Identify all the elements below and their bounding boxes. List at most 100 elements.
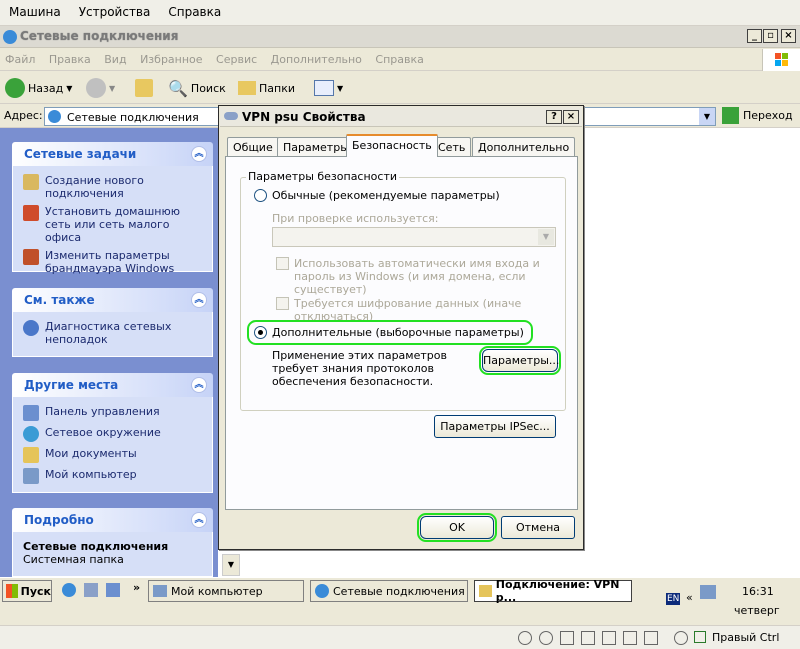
place-control-panel[interactable]: Панель управления [23,405,206,421]
tab-network[interactable]: Сеть [432,137,472,156]
place-my-documents[interactable]: Мои документы [23,447,206,463]
task-label: Подключение: VPN p... [495,578,620,604]
network-icon [48,110,61,123]
task-pane: Сетевые задачи ︽ Создание нового подключ… [0,128,218,577]
network-tasks-title: Сетевые задачи [24,147,137,161]
ipsec-settings-button[interactable]: Параметры IPSec... [434,415,556,438]
collapse-icon[interactable]: ︽ [191,512,207,528]
firewall-icon [23,249,39,265]
place-my-computer[interactable]: Мой компьютер [23,468,206,484]
scroll-down-button[interactable]: ▼ [222,554,240,576]
host-menu-machine[interactable]: Машина [0,0,70,19]
help-button[interactable]: ? [546,110,562,124]
task-label: Изменить параметры брандмауэра Windows [45,249,175,275]
radio-typical[interactable]: Обычные (рекомендуемые параметры) [254,189,500,202]
task-label: Мой компьютер [171,584,263,598]
host-menu-help[interactable]: Справка [159,0,230,19]
back-button[interactable]: Назад ▼ [5,77,72,99]
cancel-button[interactable]: Отмена [501,516,575,539]
menu-advanced[interactable]: Дополнительно [266,49,367,66]
menu-view[interactable]: Вид [99,49,131,66]
shared-folders-icon[interactable] [623,631,637,645]
up-button[interactable] [135,77,153,99]
usb-icon[interactable] [602,631,616,645]
radio-advanced-control[interactable] [254,326,267,339]
cd-icon[interactable] [539,631,553,645]
language-indicator[interactable]: EN [666,593,681,605]
menu-help[interactable]: Справка [370,49,428,66]
collapse-icon[interactable]: ︽ [191,377,207,393]
search-button[interactable]: 🔍 Поиск [168,77,226,99]
menu-favorites[interactable]: Избранное [135,49,207,66]
see-also-panel: См. также ︽ Диагностика сетевых неполадо… [12,288,213,357]
task-vpn-connection[interactable]: Подключение: VPN p... [474,578,632,604]
close-button[interactable]: × [563,110,579,124]
encryption-checkbox[interactable]: Требуется шифрование данных (иначе отклю… [276,297,577,323]
radio-advanced-label: Дополнительные (выборочные параметры) [272,326,524,339]
close-button[interactable]: × [781,29,796,43]
task-my-computer[interactable]: Мой компьютер [148,580,304,602]
tray-expand-icon[interactable]: « [686,591,693,604]
collapse-icon[interactable]: ︽ [191,292,207,308]
task-label: Сетевое окружение [45,426,161,439]
task-firewall-settings[interactable]: Изменить параметры брандмауэра Windows [23,249,206,275]
restore-button[interactable]: ▫ [763,29,778,43]
tab-security[interactable]: Безопасность [346,134,438,157]
auto-login-check[interactable] [276,257,289,270]
menu-edit[interactable]: Правка [44,49,96,66]
network-tasks-header[interactable]: Сетевые задачи ︽ [12,142,213,166]
quicklaunch-more-icon[interactable]: » [133,581,140,594]
other-places-title: Другие места [24,378,119,392]
task-create-connection[interactable]: Создание нового подключения [23,174,206,200]
ie-icon[interactable] [62,583,76,597]
network-adapter-icon[interactable] [581,631,595,645]
menu-tools[interactable]: Сервис [211,49,262,66]
tab-options[interactable]: Параметры [277,137,355,156]
menu-file[interactable]: Файл [0,49,40,66]
address-dropdown-icon[interactable]: ▼ [699,108,715,125]
dialog-title: VPN psu Свойства [242,110,366,124]
vpn-status-icon[interactable] [700,585,716,599]
clock-time: 16:31 [742,585,774,598]
security-tab-page: Параметры безопасности Обычные (рекоменд… [225,156,578,510]
start-button[interactable]: Пуск [2,580,52,602]
auto-login-checkbox[interactable]: Использовать автоматически имя входа и п… [276,257,561,296]
task-network-connections[interactable]: Сетевые подключения [310,580,468,602]
see-also-title: См. также [24,293,95,307]
ok-button[interactable]: OK [417,513,497,542]
task-diagnostics[interactable]: Диагностика сетевых неполадок [23,320,206,346]
home-network-icon [23,205,39,221]
vt-icon[interactable] [644,631,658,645]
see-also-header[interactable]: См. также ︽ [12,288,213,312]
details-panel: Подробно ︽ Сетевые подключения Системная… [12,508,213,577]
forward-button[interactable]: ▼ [86,77,115,99]
collapse-icon[interactable]: ︽ [191,146,207,162]
radio-typical-control[interactable] [254,189,267,202]
encryption-check[interactable] [276,297,289,310]
tab-advanced[interactable]: Дополнительно [472,137,576,156]
mouse-integration-icon[interactable] [674,631,688,645]
host-menu-devices[interactable]: Устройства [70,0,160,19]
details-header[interactable]: Подробно ︽ [12,508,213,532]
task-home-network[interactable]: Установить домашнюю сеть или сеть малого… [23,205,206,244]
settings-button[interactable]: Параметры... [479,346,561,375]
views-button[interactable]: ▼ [314,77,343,99]
host-menubar: Машина Устройства Справка [0,0,800,26]
hdd-icon[interactable] [518,631,532,645]
host-statusbar: Правый Ctrl [0,625,800,649]
new-connection-icon [23,174,39,190]
task-label: Панель управления [45,405,160,418]
place-network-neighborhood[interactable]: Сетевое окружение [23,426,206,442]
radio-advanced[interactable]: Дополнительные (выборочные параметры) [247,320,533,345]
other-places-panel: Другие места ︽ Панель управления Сетевое… [12,373,213,493]
tab-general[interactable]: Общие [227,137,279,156]
media-icon[interactable] [84,583,98,597]
verify-select[interactable]: ▼ [272,227,556,247]
chevron-down-icon: ▼ [109,83,116,93]
outlook-icon[interactable] [106,583,120,597]
floppy-icon[interactable] [560,631,574,645]
go-button[interactable]: Переход [722,107,793,124]
other-places-header[interactable]: Другие места ︽ [12,373,213,397]
minimize-button[interactable]: _ [747,29,762,43]
folders-button[interactable]: Папки [238,77,295,99]
